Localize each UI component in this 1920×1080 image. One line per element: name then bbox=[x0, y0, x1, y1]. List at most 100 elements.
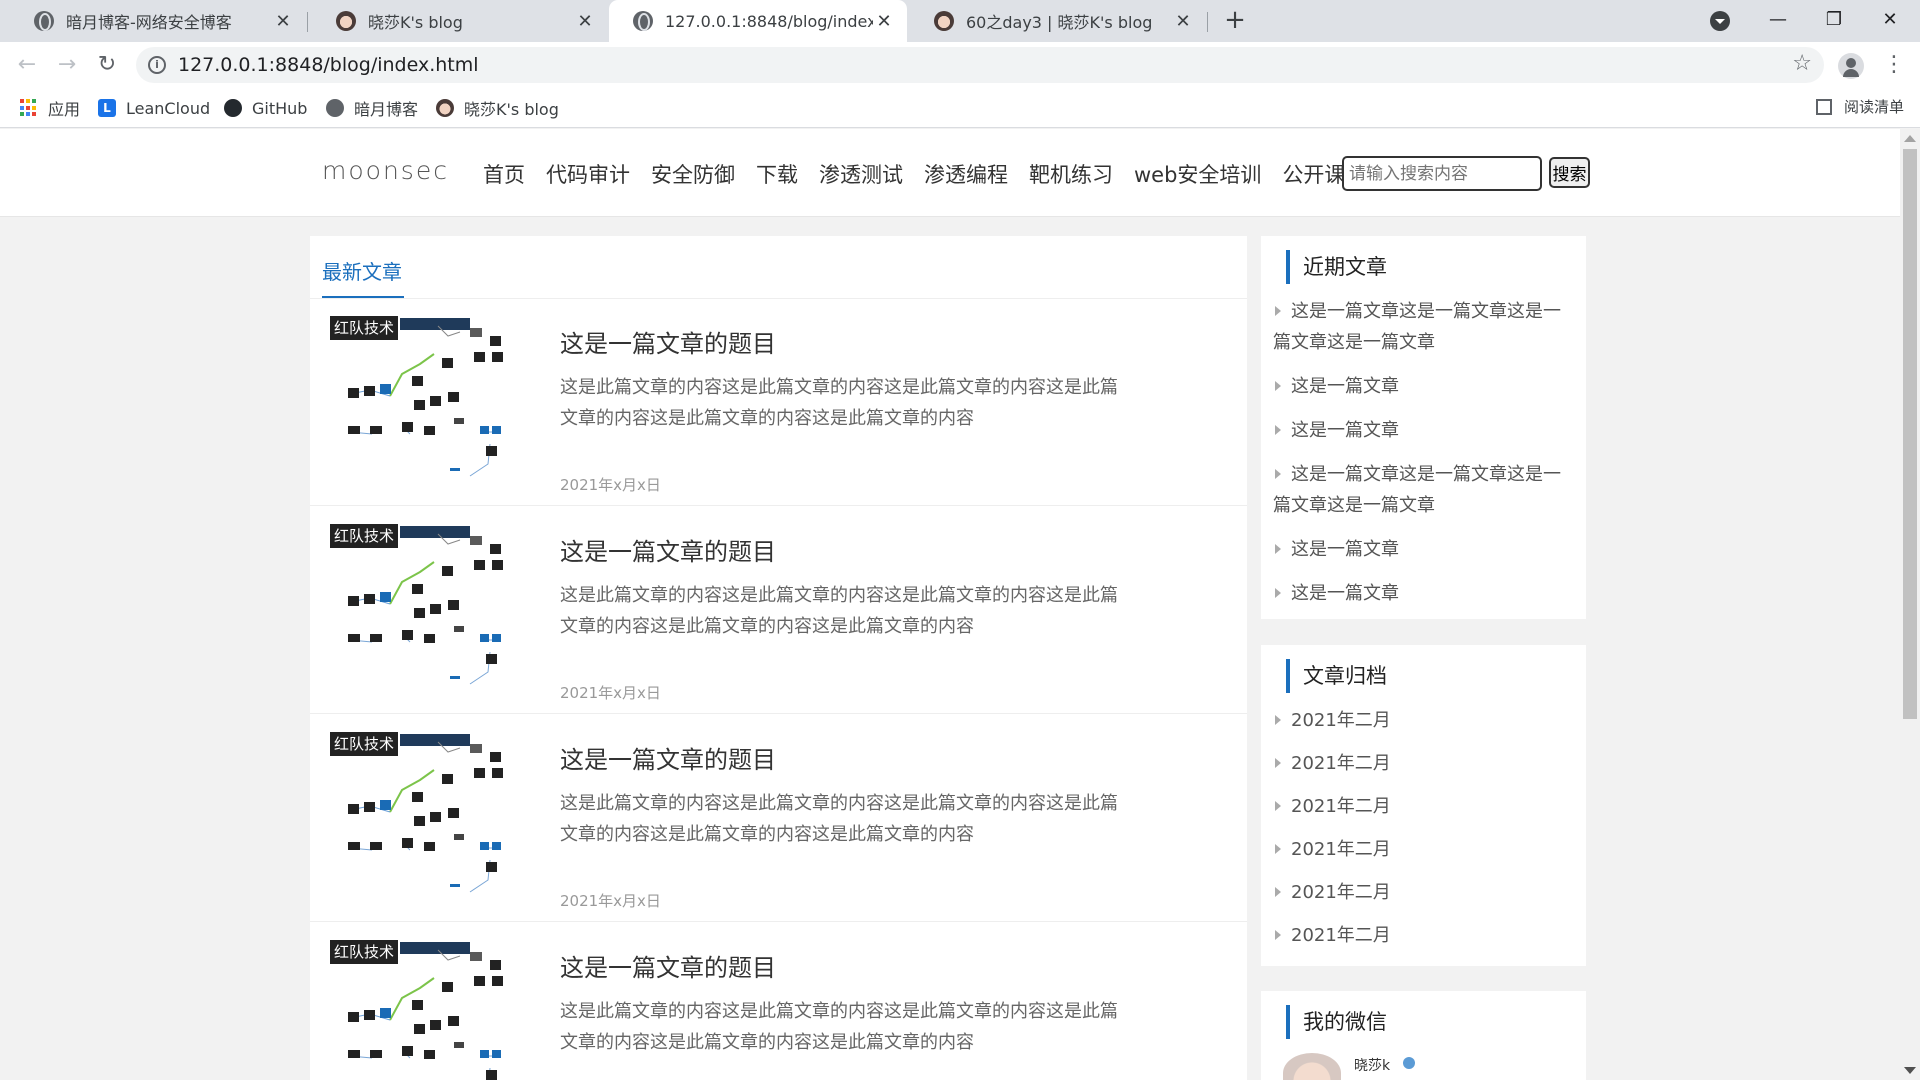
address-bar[interactable]: i 127.0.0.1:8848/blog/index.html ☆ bbox=[136, 47, 1824, 83]
search-button[interactable]: 搜索 bbox=[1549, 157, 1590, 188]
avatar-icon bbox=[336, 11, 356, 31]
archive-link[interactable]: 2021年二月 bbox=[1273, 877, 1578, 908]
globe-icon bbox=[633, 11, 653, 31]
bookmark-label: LeanCloud bbox=[126, 98, 211, 118]
nav-link-lab[interactable]: 靶机练习 bbox=[1029, 159, 1113, 189]
category-tag: 红队技术 bbox=[330, 940, 399, 964]
search-input[interactable] bbox=[1342, 156, 1542, 191]
browser-toolbar: ← → ↻ i 127.0.0.1:8848/blog/index.html ☆… bbox=[0, 42, 1920, 88]
article-excerpt: 这是此篇文章的内容这是此篇文章的内容这是此篇文章的内容这是此篇文章的内容这是此篇… bbox=[560, 377, 1118, 429]
article-date: 2021年x月x日 bbox=[560, 684, 661, 702]
widget-title: 近期文章 bbox=[1286, 250, 1387, 284]
github-icon bbox=[224, 99, 242, 117]
browser-tab[interactable]: 60之day3 | 晓莎K's blog ✕ bbox=[910, 0, 1206, 42]
page-scrollbar[interactable] bbox=[1900, 129, 1920, 1080]
recent-post-link[interactable]: 这是一篇文章这是一篇文章这是一篇文章这是一篇文章 bbox=[1273, 296, 1578, 358]
nav-link-home[interactable]: 首页 bbox=[483, 159, 525, 189]
category-tag: 红队技术 bbox=[330, 316, 399, 340]
close-icon[interactable]: ✕ bbox=[873, 11, 895, 32]
menu-icon[interactable]: ⋮ bbox=[1883, 52, 1905, 78]
site-logo[interactable]: moonsec bbox=[322, 156, 449, 185]
article-card[interactable]: 红队技术 这是一篇文章的题目 这是此篇文章的内容这是此篇文章的内容这是此篇文章的… bbox=[310, 298, 1247, 506]
archive-link[interactable]: 2021年二月 bbox=[1273, 705, 1578, 736]
close-icon[interactable]: ✕ bbox=[1172, 11, 1194, 32]
profile-icon[interactable] bbox=[1838, 53, 1864, 79]
archive-link[interactable]: 2021年二月 bbox=[1273, 834, 1578, 865]
tab-latest-articles[interactable]: 最新文章 bbox=[322, 256, 402, 285]
article-title[interactable]: 这是一篇文章的题目 bbox=[560, 948, 776, 983]
bookmarks-bar: 应用 L LeanCloud GitHub 暗月博客 晓莎K's blog 阅读… bbox=[0, 88, 1920, 128]
close-icon[interactable]: ✕ bbox=[574, 11, 596, 32]
new-tab-button[interactable]: + bbox=[1220, 6, 1250, 36]
category-tag: 红队技术 bbox=[330, 524, 399, 548]
nav-link-programming[interactable]: 渗透编程 bbox=[924, 159, 1008, 189]
apps-grid-icon bbox=[20, 99, 38, 117]
scroll-thumb[interactable] bbox=[1903, 149, 1917, 719]
article-title[interactable]: 这是一篇文章的题目 bbox=[560, 324, 776, 359]
nav-link-public-course[interactable]: 公开课 bbox=[1282, 159, 1345, 189]
bookmark-apps[interactable]: 应用 bbox=[20, 96, 80, 120]
article-thumbnail[interactable]: 红队技术 bbox=[330, 522, 515, 687]
tab-separator bbox=[307, 12, 308, 32]
tab-title: 暗月博客-网络安全博客 bbox=[66, 13, 232, 32]
wechat-name: 晓莎k bbox=[1354, 1058, 1391, 1074]
browser-tab[interactable]: 暗月博客-网络安全博客 ✕ bbox=[10, 0, 306, 42]
tab-title: 127.0.0.1:8848/blog/index.html bbox=[665, 11, 873, 31]
scroll-down-arrow-icon[interactable] bbox=[1904, 1067, 1916, 1074]
article-card[interactable]: 红队技术 这是一篇文章的题目 这是此篇文章的内容这是此篇文章的内容这是此篇文章的… bbox=[310, 922, 1247, 1080]
nav-link-training[interactable]: web安全培训 bbox=[1134, 159, 1261, 189]
nav-link-code-audit[interactable]: 代码审计 bbox=[546, 159, 630, 189]
recent-post-link[interactable]: 这是一篇文章 bbox=[1273, 534, 1578, 565]
globe-icon bbox=[326, 99, 344, 117]
article-card[interactable]: 红队技术 这是一篇文章的题目 这是此篇文章的内容这是此篇文章的内容这是此篇文章的… bbox=[310, 506, 1247, 714]
tab-search-icon[interactable] bbox=[1710, 11, 1730, 31]
back-button[interactable]: ← bbox=[12, 50, 42, 80]
site-nav: 首页 代码审计 安全防御 下载 渗透测试 渗透编程 靶机练习 web安全培训 公… bbox=[483, 159, 1366, 189]
user-badge-icon bbox=[1403, 1057, 1415, 1069]
recent-posts-list: 这是一篇文章这是一篇文章这是一篇文章这是一篇文章 这是一篇文章 这是一篇文章 这… bbox=[1273, 296, 1578, 622]
archive-link[interactable]: 2021年二月 bbox=[1273, 748, 1578, 779]
article-thumbnail[interactable]: 红队技术 bbox=[330, 730, 515, 895]
recent-post-link[interactable]: 这是一篇文章 bbox=[1273, 415, 1578, 446]
article-thumbnail[interactable]: 红队技术 bbox=[330, 938, 515, 1080]
site-info-icon[interactable]: i bbox=[148, 56, 166, 74]
bookmark-label: 暗月博客 bbox=[354, 100, 419, 119]
recent-post-link[interactable]: 这是一篇文章这是一篇文章这是一篇文章这是一篇文章 bbox=[1273, 459, 1578, 521]
forward-button[interactable]: → bbox=[52, 50, 82, 80]
avatar-icon bbox=[934, 11, 954, 31]
bookmark-blog[interactable]: 晓莎K's blog bbox=[436, 96, 559, 120]
archive-list: 2021年二月 2021年二月 2021年二月 2021年二月 2021年二月 … bbox=[1273, 705, 1578, 963]
archive-link[interactable]: 2021年二月 bbox=[1273, 920, 1578, 951]
recent-post-link[interactable]: 这是一篇文章 bbox=[1273, 371, 1578, 402]
minimize-button[interactable]: — bbox=[1750, 0, 1806, 42]
archive-link[interactable]: 2021年二月 bbox=[1273, 791, 1578, 822]
nav-link-defense[interactable]: 安全防御 bbox=[651, 159, 735, 189]
globe-icon bbox=[34, 11, 54, 31]
article-excerpt: 这是此篇文章的内容这是此篇文章的内容这是此篇文章的内容这是此篇文章的内容这是此篇… bbox=[560, 585, 1118, 637]
reload-button[interactable]: ↻ bbox=[92, 50, 122, 80]
restore-button[interactable]: ❐ bbox=[1806, 0, 1862, 42]
window-close-button[interactable]: ✕ bbox=[1862, 0, 1918, 42]
bookmark-star-icon[interactable]: ☆ bbox=[1792, 51, 1812, 76]
bookmark-moonsec[interactable]: 暗月博客 bbox=[326, 96, 418, 120]
tab-strip: 暗月博客-网络安全博客 ✕ 晓莎K's blog ✕ 127.0.0.1:884… bbox=[0, 0, 1920, 42]
bookmark-leancloud[interactable]: L LeanCloud bbox=[98, 96, 210, 120]
article-title[interactable]: 这是一篇文章的题目 bbox=[560, 532, 776, 567]
article-title[interactable]: 这是一篇文章的题目 bbox=[560, 740, 776, 775]
article-card[interactable]: 红队技术 这是一篇文章的题目 这是此篇文章的内容这是此篇文章的内容这是此篇文章的… bbox=[310, 714, 1247, 922]
archive-widget: 文章归档 2021年二月 2021年二月 2021年二月 2021年二月 202… bbox=[1261, 645, 1586, 966]
tab-title: 60之day3 | 晓莎K's blog bbox=[966, 13, 1153, 32]
recent-post-link[interactable]: 这是一篇文章 bbox=[1273, 578, 1578, 609]
browser-tab-active[interactable]: 127.0.0.1:8848/blog/index.html ✕ bbox=[609, 0, 907, 42]
url-text[interactable]: 127.0.0.1:8848/blog/index.html bbox=[178, 54, 479, 76]
nav-link-pentest[interactable]: 渗透测试 bbox=[819, 159, 903, 189]
browser-tab[interactable]: 晓莎K's blog ✕ bbox=[312, 0, 608, 42]
category-tag: 红队技术 bbox=[330, 732, 399, 756]
article-thumbnail[interactable]: 红队技术 bbox=[330, 314, 515, 479]
bookmark-label: 应用 bbox=[48, 100, 81, 119]
nav-link-download[interactable]: 下载 bbox=[756, 159, 798, 189]
reading-list-button[interactable]: 阅读清单 bbox=[1815, 96, 1904, 117]
close-icon[interactable]: ✕ bbox=[272, 11, 294, 32]
bookmark-github[interactable]: GitHub bbox=[224, 96, 307, 120]
scroll-up-arrow-icon[interactable] bbox=[1904, 135, 1916, 142]
